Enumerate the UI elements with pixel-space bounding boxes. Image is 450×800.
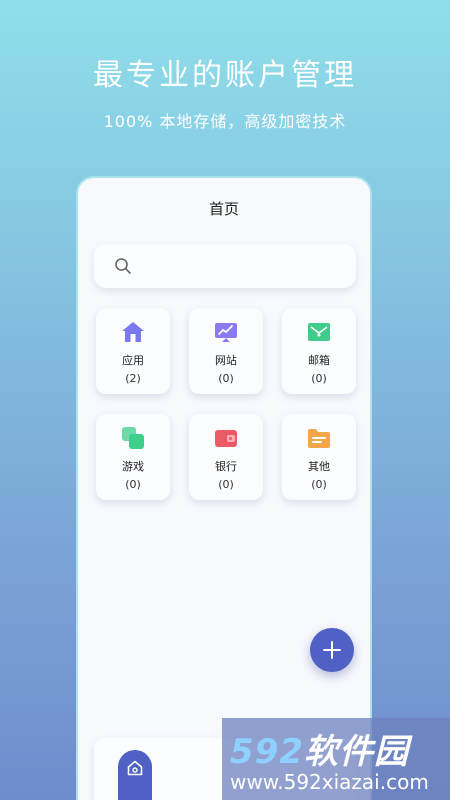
house-icon <box>122 322 144 342</box>
search-icon <box>115 258 131 274</box>
promo-headline: 最专业的账户管理 <box>93 58 357 93</box>
plus-icon <box>323 641 341 659</box>
category-tile-other[interactable]: 其他 (0) <box>282 414 356 500</box>
folder-icon <box>308 429 330 448</box>
category-count: (0) <box>311 372 327 385</box>
category-label: 应用 <box>122 354 144 367</box>
category-count: (0) <box>218 372 234 385</box>
layers-icon <box>122 427 144 449</box>
nav-home-tab[interactable] <box>118 750 152 800</box>
category-tile-bank[interactable]: 银行 (0) <box>189 414 263 500</box>
category-label: 其他 <box>308 460 330 473</box>
category-count: (0) <box>218 478 234 491</box>
search-bar[interactable] <box>94 244 356 288</box>
watermark: 592软件园 www.592xiazai.com <box>222 718 450 800</box>
category-label: 银行 <box>215 460 237 473</box>
watermark-logo-number: 592 <box>230 732 304 772</box>
search-input[interactable] <box>142 252 346 282</box>
app-screen: 首页 应用 (2) 网站 (0) 邮箱 (0) 游戏 (0) 银行 (0) 其他… <box>76 176 372 800</box>
category-label: 邮箱 <box>308 354 330 367</box>
watermark-url: www.592xiazai.com <box>230 770 429 794</box>
category-tile-apps[interactable]: 应用 (2) <box>96 308 170 394</box>
category-tile-games[interactable]: 游戏 (0) <box>96 414 170 500</box>
category-tile-email[interactable]: 邮箱 (0) <box>282 308 356 394</box>
category-count: (0) <box>311 478 327 491</box>
add-account-button[interactable] <box>310 628 354 672</box>
category-count: (0) <box>125 478 141 491</box>
watermark-logo: 592软件园 <box>230 724 409 773</box>
home-nav-icon <box>127 760 143 776</box>
envelope-icon <box>308 323 330 341</box>
page-title: 首页 <box>208 200 239 218</box>
category-label: 网站 <box>215 354 237 367</box>
category-tile-websites[interactable]: 网站 (0) <box>189 308 263 394</box>
monitor-chart-icon <box>215 323 237 342</box>
category-label: 游戏 <box>122 460 144 473</box>
watermark-logo-text: 软件园 <box>303 732 409 772</box>
promo-subline: 100% 本地存储，高级加密技术 <box>103 112 347 131</box>
wallet-icon <box>215 430 237 447</box>
category-count: (2) <box>125 372 141 385</box>
